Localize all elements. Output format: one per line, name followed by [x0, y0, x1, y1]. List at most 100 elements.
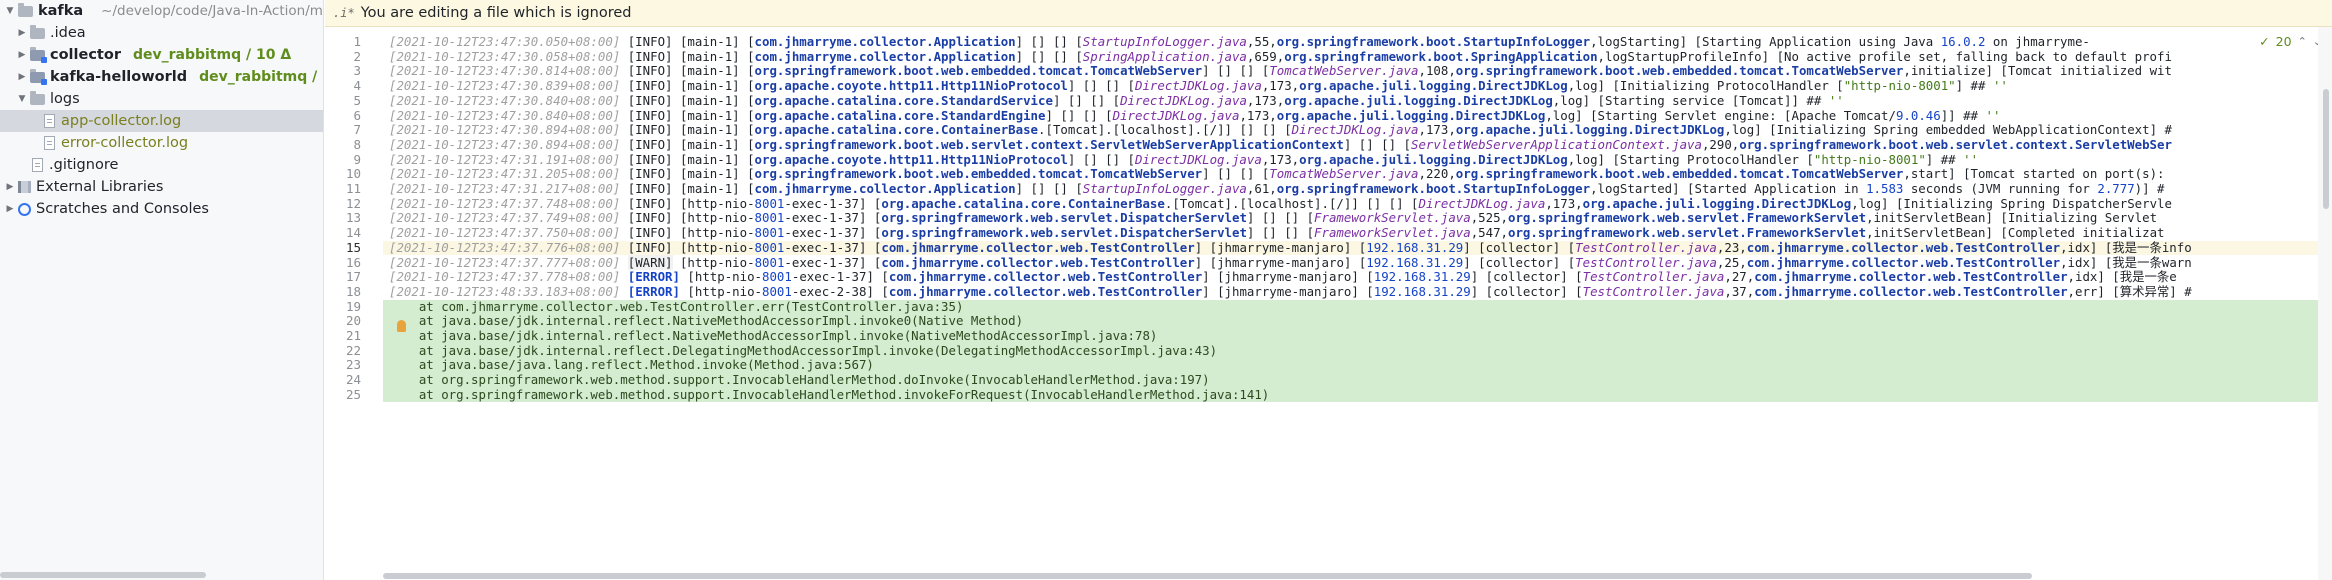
token-num: 16.0.2: [1940, 34, 1986, 49]
token-cls: com.jhmarryme.collector.web.TestControll…: [1746, 254, 2061, 270]
token-num: 192.168.31.29: [1366, 239, 1464, 255]
tree-root-kafka[interactable]: ▼ kafka ~/develop/code/Java-In-Action/mq…: [0, 0, 323, 22]
tree-item[interactable]: ▶ External Libraries: [0, 176, 323, 198]
tree-item[interactable]: app-collector.log: [0, 110, 323, 132]
chevron-right-icon[interactable]: ▶: [16, 50, 28, 60]
log-line[interactable]: [2021-10-12T23:47:30.839+08:00] [INFO] […: [383, 78, 2318, 94]
vertical-scrollbar-thumb[interactable]: [2323, 89, 2329, 209]
line-number: 22: [345, 342, 361, 358]
token-text: ,idx] [我是一条info: [2060, 239, 2192, 255]
line-number: 8: [353, 136, 361, 152]
log-line[interactable]: [2021-10-12T23:47:31.205+08:00] [INFO] […: [383, 166, 2318, 182]
tree-item[interactable]: ▶ Scratches and Consoles: [0, 198, 323, 220]
log-line[interactable]: [2021-10-12T23:47:30.840+08:00] [INFO] […: [383, 92, 2318, 109]
chevron-right-icon[interactable]: ▶: [16, 28, 28, 38]
token-text: [INFO] [main-1] [: [620, 48, 755, 64]
log-line[interactable]: [2021-10-12T23:47:37.748+08:00] [INFO] […: [383, 195, 2318, 212]
tree-item[interactable]: ▶ kafka-helloworld dev_rabbitmq / 10 Δ: [0, 66, 323, 88]
log-line[interactable]: [2021-10-12T23:47:31.191+08:00] [INFO] […: [383, 151, 2318, 168]
token-text: ,173,: [1418, 122, 1456, 138]
line-number: 24: [345, 372, 361, 388]
log-line[interactable]: [2021-10-12T23:47:37.749+08:00] [INFO] […: [383, 211, 2318, 226]
token-str: '': [1828, 92, 1844, 108]
token-text: -exec-1-37] [: [784, 254, 882, 270]
log-line[interactable]: [2021-10-12T23:47:31.217+08:00] [INFO] […: [383, 181, 2318, 197]
tree-horizontal-scrollbar[interactable]: [0, 572, 206, 578]
token-text: ] [] [] [: [1246, 210, 1315, 226]
token-text: ,log] [Starting ProtocolHandler [: [1567, 151, 1814, 167]
log-line[interactable]: [2021-10-12T23:47:37.777+08:00] [WARN] […: [383, 254, 2318, 271]
tree-item[interactable]: ▼ logs: [0, 88, 323, 110]
log-line[interactable]: [2021-10-12T23:47:37.750+08:00] [INFO] […: [383, 225, 2318, 241]
chevron-down-icon[interactable]: ▼: [16, 94, 28, 104]
stack-trace-line[interactable]: at org.springframework.web.method.suppor…: [383, 372, 2318, 388]
tree-item[interactable]: .gitignore: [0, 154, 323, 176]
chevron-right-icon[interactable]: ▶: [4, 182, 16, 192]
log-line[interactable]: [2021-10-12T23:47:30.050+08:00] [INFO] […: [383, 34, 2318, 50]
log-line[interactable]: [2021-10-12T23:47:37.778+08:00] [ERROR] …: [383, 269, 2318, 285]
token-num: 8001: [754, 225, 785, 241]
git-branch-label: dev_rabbitmq / 10 Δ: [199, 69, 323, 85]
token-text: ] [] [] [: [1343, 136, 1412, 152]
log-line[interactable]: [2021-10-12T23:47:37.776+08:00] [INFO] […: [383, 239, 2318, 256]
chevron-down-icon[interactable]: ▼: [4, 6, 16, 16]
token-text: [INFO] [http-nio-: [620, 210, 755, 226]
stack-trace-line[interactable]: at org.springframework.web.method.suppor…: [383, 387, 2318, 403]
token-text: ,logStartupProfileInfo] [No active profi…: [1597, 48, 2172, 64]
token-src: DirectJDKLog.java: [1291, 122, 1419, 138]
token-text: ,173,: [1261, 151, 1300, 167]
token-text: ] [jhmarryme-manjaro] [: [1202, 269, 1374, 285]
line-number: 2: [353, 48, 361, 64]
log-line[interactable]: [2021-10-12T23:48:33.183+08:00] [ERROR] …: [383, 283, 2318, 300]
token-ts: [2021-10-12T23:48:33.183+08:00]: [389, 283, 621, 299]
chevron-up-icon[interactable]: ⌃: [2298, 35, 2307, 48]
tree-item[interactable]: ▶ .idea: [0, 22, 323, 44]
token-text: [INFO] [http-nio-: [620, 195, 755, 211]
token-text: [INFO] [main-1] [: [620, 136, 755, 152]
token-num: 192.168.31.29: [1366, 254, 1464, 270]
token-text: ,initServletBean] [Completed initializat: [1866, 225, 2165, 241]
log-line[interactable]: [2021-10-12T23:47:30.894+08:00] [INFO] […: [383, 136, 2318, 153]
line-number: 19: [345, 298, 361, 314]
log-line[interactable]: [2021-10-12T23:47:30.894+08:00] [INFO] […: [383, 122, 2318, 138]
token-num: 8001: [754, 254, 785, 270]
stack-trace-line[interactable]: at java.base/jdk.internal.reflect.Native…: [383, 328, 2318, 344]
stack-trace-line[interactable]: at java.base/jdk.internal.reflect.Delega…: [383, 342, 2318, 359]
token-cls: org.springframework.boot.web.servlet.con…: [1739, 136, 2172, 152]
log-line[interactable]: [2021-10-12T23:47:30.058+08:00] [INFO] […: [383, 48, 2318, 65]
horizontal-scrollbar[interactable]: [383, 573, 2032, 579]
token-text: ] [] [] [: [1202, 63, 1270, 79]
vertical-scrollbar-track[interactable]: [2318, 27, 2332, 580]
stack-trace-line[interactable]: at java.base/java.lang.reflect.Method.in…: [383, 358, 2318, 374]
token-cls: org.apache.catalina.core.ContainerBase: [881, 195, 1165, 211]
log-line[interactable]: [2021-10-12T23:47:30.814+08:00] [INFO] […: [383, 64, 2318, 79]
folder-icon: [30, 24, 45, 39]
log-line[interactable]: [2021-10-12T23:47:30.840+08:00] [INFO] […: [383, 107, 2318, 124]
tree-item[interactable]: error-collector.log: [0, 132, 323, 154]
stack-trace-line[interactable]: at java.base/jdk.internal.reflect.Native…: [383, 313, 2318, 329]
token-cls: org.apache.juli.logging.DirectJDKLog: [1455, 122, 1725, 138]
token-cls: org.apache.juli.logging.DirectJDKLog: [1284, 92, 1553, 108]
token-cls: org.apache.catalina.core.StandardService: [754, 92, 1053, 108]
token-cls: org.apache.juli.logging.DirectJDKLog: [1276, 107, 1546, 123]
token-text: ,173,: [1545, 195, 1583, 211]
token-ts: [2021-10-12T23:47:30.050+08:00]: [389, 34, 621, 49]
chevron-right-icon[interactable]: ▶: [4, 204, 16, 214]
bulb-icon[interactable]: [397, 320, 406, 332]
stack-trace-line[interactable]: at com.jhmarryme.collector.web.TestContr…: [383, 299, 2318, 315]
token-text: [http-nio-: [679, 269, 763, 285]
token-cls: com.jhmarryme.collector.Application: [754, 34, 1016, 49]
chevron-right-icon[interactable]: ▶: [16, 72, 28, 82]
tree-item[interactable]: ▶ collector dev_rabbitmq / 10 Δ: [0, 44, 323, 66]
token-ts: [2021-10-12T23:47:37.748+08:00]: [389, 195, 621, 211]
token-lvl-error: [ERROR]: [627, 283, 680, 299]
code-area[interactable]: [2021-10-12T23:47:30.050+08:00] [INFO] […: [383, 27, 2318, 580]
line-number-gutter[interactable]: 1 2 3 4 5 6 7 8 9 10 11 12 13 14 15 16 17 18 19 20 21 22 23 24 2…: [325, 27, 383, 580]
token-ts: [2021-10-12T23:47:37.776+08:00]: [389, 239, 621, 255]
token-text: .[Tomcat].[localhost].[/]] [] [] [: [1038, 122, 1292, 138]
token-text: at java.base/jdk.internal.reflect.Delega…: [389, 342, 1218, 358]
token-text: ,525,: [1470, 210, 1509, 226]
token-text: at java.base/jdk.internal.reflect.Native…: [389, 313, 1024, 329]
token-src: TomcatWebServer.java: [1269, 166, 1419, 182]
inspections-widget[interactable]: ✓ 20 ⌃ ⌄: [2259, 31, 2322, 51]
